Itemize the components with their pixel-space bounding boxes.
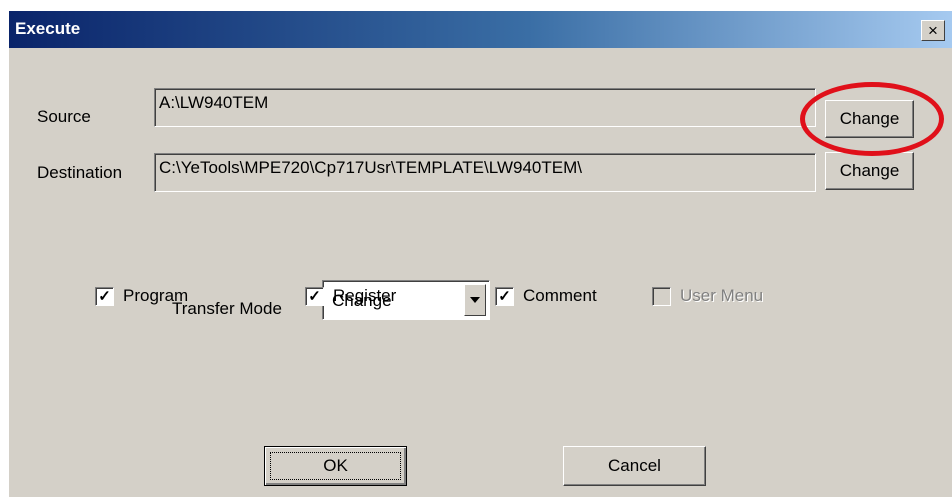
user-menu-label: User Menu xyxy=(680,286,764,305)
source-change-label: Change xyxy=(839,109,900,128)
source-change-button[interactable]: Change xyxy=(825,100,914,138)
transfer-mode-label: Transfer Mode xyxy=(172,299,282,318)
destination-label: Destination xyxy=(37,163,123,182)
source-label: Source xyxy=(37,107,91,126)
destination-path-field[interactable]: C:\YeTools\MPE720\Cp717Usr\TEMPLATE\LW94… xyxy=(154,153,816,192)
close-button[interactable]: × xyxy=(921,20,945,41)
program-check-icon[interactable]: ✓ xyxy=(95,287,114,306)
cancel-label: Cancel xyxy=(608,456,661,475)
destination-change-label: Change xyxy=(839,161,900,180)
execute-dialog: Execute × Source A:\LW940TEM Change Dest… xyxy=(8,10,952,497)
source-path-field[interactable]: A:\LW940TEM xyxy=(154,88,816,127)
cancel-button[interactable]: Cancel xyxy=(563,446,706,486)
close-icon: × xyxy=(928,21,938,40)
destination-change-button[interactable]: Change xyxy=(825,152,914,190)
program-label: Program xyxy=(123,286,189,305)
register-label: Register xyxy=(333,286,397,305)
title-bar[interactable]: Execute × xyxy=(9,11,952,48)
chevron-down-icon[interactable] xyxy=(464,284,486,316)
register-check-icon[interactable]: ✓ xyxy=(305,287,324,306)
comment-label: Comment xyxy=(523,286,597,305)
focus-rectangle xyxy=(270,452,401,480)
ok-button[interactable]: OK xyxy=(264,446,407,486)
user-menu-check-icon[interactable] xyxy=(652,287,671,306)
comment-check-icon[interactable]: ✓ xyxy=(495,287,514,306)
dialog-title: Execute xyxy=(15,19,81,38)
